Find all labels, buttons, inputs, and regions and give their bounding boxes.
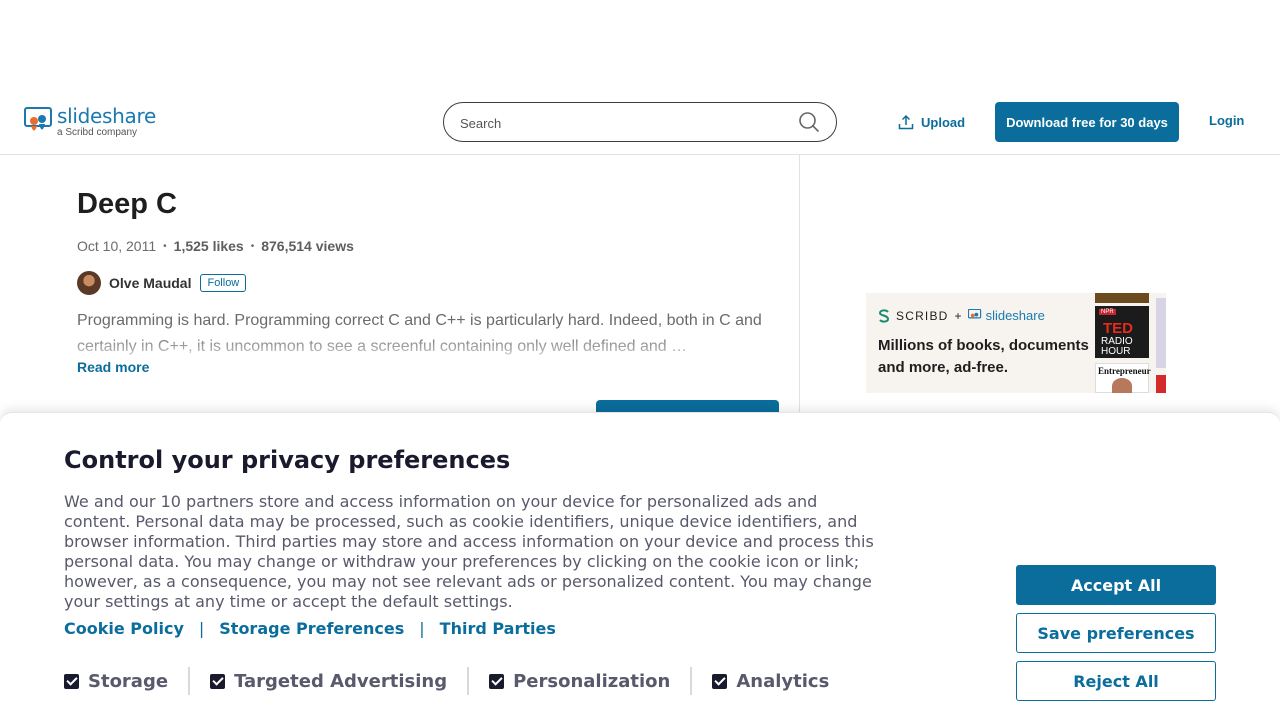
third-parties-link[interactable]: Third Parties xyxy=(440,619,556,638)
doc-views: 876,514 views xyxy=(261,238,354,254)
page-title: Deep C xyxy=(77,188,177,220)
checkbox-checked-icon[interactable] xyxy=(489,673,505,689)
checkbox-divider xyxy=(690,667,693,695)
privacy-links: Cookie Policy | Storage Preferences | Th… xyxy=(64,619,556,638)
login-link[interactable]: Login xyxy=(1209,113,1244,128)
logo-subtitle: a Scribd company xyxy=(57,127,138,138)
download-free-button[interactable]: Download free for 30 days xyxy=(995,102,1179,142)
search-input[interactable] xyxy=(460,113,780,133)
slideshare-logo[interactable]: slideshare a Scribd company xyxy=(24,106,156,138)
upload-label: Upload xyxy=(921,114,966,130)
upload-button[interactable]: Upload xyxy=(898,110,965,134)
search-icon[interactable] xyxy=(798,111,820,138)
npr-badge: NPR xyxy=(1099,309,1116,315)
doc-date: Oct 10, 2011 xyxy=(77,238,157,254)
ad-brand-slideshare: slideshare xyxy=(985,308,1045,323)
column-divider xyxy=(799,155,800,415)
privacy-title: Control your privacy preferences xyxy=(64,446,511,474)
ted-logo: TED xyxy=(1103,320,1133,337)
link-separator: | xyxy=(198,619,205,638)
book-cover xyxy=(1156,375,1166,393)
scribd-ad-banner[interactable]: SCRIBD + slideshare Millions of books, d… xyxy=(866,293,1166,393)
book-cover-entrepreneur: Entrepreneur xyxy=(1095,363,1151,393)
cookie-policy-link[interactable]: Cookie Policy xyxy=(64,619,184,638)
site-header: slideshare a Scribd company Upload Downl… xyxy=(0,90,1280,155)
scribd-s-icon xyxy=(878,308,890,323)
checkbox-checked-icon[interactable] xyxy=(64,673,79,689)
save-preferences-button[interactable]: Save preferences xyxy=(1016,613,1216,653)
accept-all-button[interactable]: Accept All xyxy=(1016,565,1216,605)
upload-icon xyxy=(898,114,914,130)
follow-button[interactable]: Follow xyxy=(200,274,247,292)
storage-preferences-link[interactable]: Storage Preferences xyxy=(219,619,404,638)
ad-plus: + xyxy=(954,308,962,323)
consent-checkboxes: Storage Targeted Advertising Personaliza… xyxy=(64,667,829,695)
checkbox-checked-icon[interactable] xyxy=(210,673,226,689)
cover-portrait xyxy=(1112,378,1132,393)
analytics-label: Analytics xyxy=(736,670,830,692)
book-cover xyxy=(1095,293,1149,303)
ad-book-covers: NPR TED RADIO HOUR Entrepreneur xyxy=(1095,293,1151,393)
hour-text: HOUR xyxy=(1101,346,1131,357)
search-bar xyxy=(443,102,837,142)
storage-label: Storage xyxy=(88,670,169,692)
slideshare-logo-icon xyxy=(24,107,54,137)
radio-hour-text: RADIO HOUR xyxy=(1101,337,1133,357)
storage-checkbox[interactable]: Storage xyxy=(64,671,168,692)
checkbox-divider xyxy=(188,667,191,695)
link-separator: | xyxy=(419,619,425,638)
ad-brand-row: SCRIBD + slideshare xyxy=(878,308,1045,323)
slideshare-small-icon xyxy=(967,308,981,318)
doc-meta: Oct 10, 2011 • 1,525 likes • 876,514 vie… xyxy=(77,238,354,254)
meta-separator-dot: • xyxy=(163,240,167,252)
targeted-advertising-label: Targeted Advertising xyxy=(234,670,448,692)
meta-separator-dot: • xyxy=(250,240,255,252)
ad-headline: Millions of books, documents and more, a… xyxy=(878,335,1089,379)
book-cover xyxy=(1156,298,1166,368)
targeted-advertising-checkbox[interactable]: Targeted Advertising xyxy=(210,671,447,692)
entrepreneur-title: Entrepreneur xyxy=(1098,366,1151,376)
author-name[interactable]: Olve Maudal xyxy=(109,275,191,291)
avatar[interactable] xyxy=(77,271,101,295)
ad-line-1: Millions of books, documents xyxy=(878,337,1089,354)
ad-line-2: and more, ad-free. xyxy=(878,359,1009,376)
doc-likes: 1,525 likes xyxy=(173,238,244,254)
personalization-checkbox[interactable]: Personalization xyxy=(489,671,670,692)
privacy-banner: Control your privacy preferences We and … xyxy=(0,412,1280,720)
reject-all-button[interactable]: Reject All xyxy=(1016,661,1216,701)
analytics-checkbox[interactable]: Analytics xyxy=(712,671,829,692)
checkbox-divider xyxy=(467,667,470,695)
ad-brand-scribd: SCRIBD xyxy=(896,308,949,323)
logo-name: slideshare xyxy=(57,104,156,128)
read-more-link[interactable]: Read more xyxy=(77,359,149,375)
book-cover-ted-radio-hour: NPR TED RADIO HOUR xyxy=(1095,306,1149,358)
personalization-label: Personalization xyxy=(513,670,671,692)
description-fade xyxy=(77,334,767,360)
checkbox-checked-icon[interactable] xyxy=(712,673,728,689)
author-row: Olve Maudal Follow xyxy=(77,271,247,295)
privacy-body: We and our 10 partners store and access … xyxy=(64,492,874,611)
